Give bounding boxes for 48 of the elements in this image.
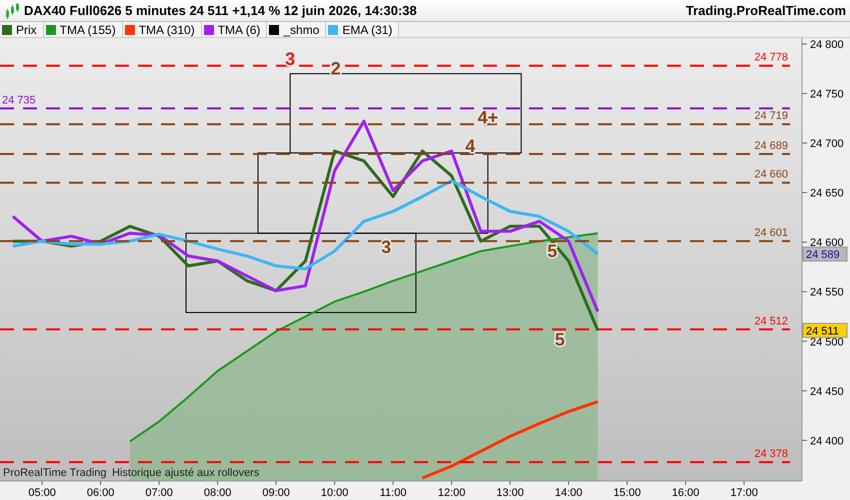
wave-label: 4+ xyxy=(478,107,498,128)
time-axis-label: 05:00 xyxy=(28,487,56,499)
time-axis-label: 10:00 xyxy=(320,487,348,499)
legend-item[interactable]: EMA (31) xyxy=(326,22,400,37)
wave-label: 4 xyxy=(465,136,476,156)
time-axis-label: 12:00 xyxy=(438,487,466,499)
legend-item[interactable]: TMA (6) xyxy=(202,22,268,37)
price-tag: 24 511 xyxy=(802,322,848,338)
time-axis-label: 15:00 xyxy=(613,487,641,499)
platform-label: ProRealTime Trading xyxy=(3,467,107,479)
price-axis-label: 24 450 xyxy=(810,386,844,398)
level-label: 24 778 xyxy=(754,52,788,64)
time-axis-label: 14:00 xyxy=(554,487,582,499)
wave-label: 5 xyxy=(547,241,558,262)
price-axis-label: 24 650 xyxy=(810,188,844,200)
level-label: 24 512 xyxy=(754,315,788,328)
level-label: 24 601 xyxy=(754,227,788,240)
legend-item[interactable]: TMA (155) xyxy=(44,22,123,37)
wave-label: 3 xyxy=(285,48,296,69)
legend-item[interactable]: Prix xyxy=(0,22,44,37)
level-label: 24 735 xyxy=(2,94,36,106)
legend-item[interactable]: TMA (310) xyxy=(122,22,202,37)
rollover-note: Historique ajusté aux rollovers xyxy=(112,467,260,479)
time-axis-label: 06:00 xyxy=(86,487,114,499)
price-axis-label: 24 700 xyxy=(810,138,844,150)
wave-label: 3 xyxy=(381,237,392,258)
price-axis-label: 24 800 xyxy=(810,38,844,51)
chart-title: DAX40 Full0626 5 minutes 24 511 +1,14 % 12 juin 2026, 14:30:38 xyxy=(24,3,417,18)
time-axis-label: 13:00 xyxy=(496,487,524,499)
wave-label: 5 xyxy=(554,329,565,350)
level-label: 24 378 xyxy=(754,448,788,460)
time-axis-label: 17:00 xyxy=(730,487,758,499)
level-label: 24 689 xyxy=(754,140,788,152)
level-label: 24 719 xyxy=(754,110,788,122)
price-axis-label: 24 500 xyxy=(810,336,844,348)
level-label: 24 660 xyxy=(754,168,788,181)
legend-item[interactable]: _shmo xyxy=(267,22,326,37)
site-name: Trading.ProRealTime.com xyxy=(686,3,846,18)
price-axis-label: 24 550 xyxy=(810,286,844,299)
price-axis-label: 24 600 xyxy=(810,237,844,250)
time-axis-label: 11:00 xyxy=(380,487,406,499)
price-tag: 24 589 xyxy=(802,246,848,262)
price-axis-label: 24 400 xyxy=(810,435,844,448)
time-axis-label: 08:00 xyxy=(204,487,232,499)
time-axis-label: 07:00 xyxy=(145,487,173,499)
price-axis-label: 24 750 xyxy=(810,88,844,100)
time-axis-label: 09:00 xyxy=(262,487,290,499)
time-axis-label: 16:00 xyxy=(672,487,700,499)
